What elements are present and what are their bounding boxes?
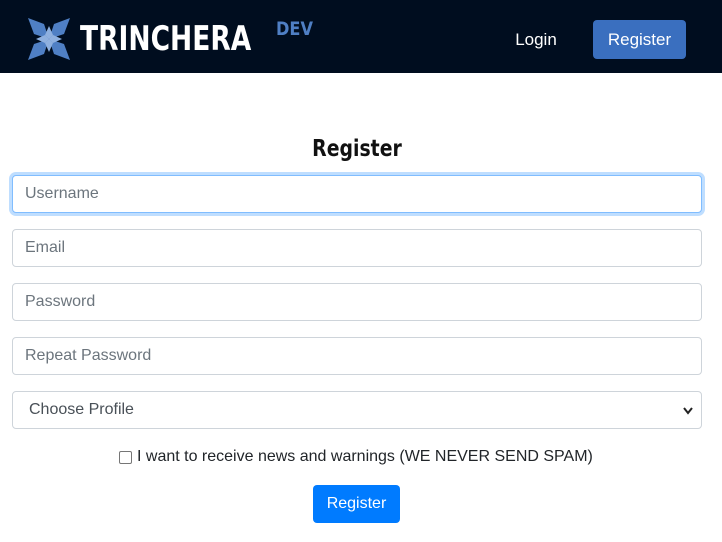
- profile-select[interactable]: Choose Profile: [12, 391, 702, 429]
- profile-select-value: Choose Profile: [29, 401, 134, 418]
- brand-logo-icon: [28, 18, 70, 60]
- navbar: TRINCHERA DEV Login Register: [0, 0, 722, 73]
- brand-name: TRINCHERA: [80, 19, 252, 59]
- nav-register-button[interactable]: Register: [593, 20, 686, 59]
- form-title: Register: [312, 136, 402, 162]
- password-input[interactable]: [12, 283, 702, 321]
- brand-suffix: DEV: [276, 18, 313, 40]
- brand[interactable]: TRINCHERA DEV: [28, 18, 313, 60]
- nav-login-link[interactable]: Login: [503, 20, 569, 59]
- newsletter-checkbox[interactable]: [119, 450, 132, 464]
- repeat-password-input[interactable]: [12, 337, 702, 375]
- username-input[interactable]: [12, 175, 702, 213]
- email-input[interactable]: [12, 229, 702, 267]
- newsletter-option: I want to receive news and warnings (WE …: [119, 447, 593, 467]
- submit-register-button[interactable]: Register: [313, 485, 400, 523]
- newsletter-label[interactable]: I want to receive news and warnings (WE …: [137, 448, 593, 466]
- chevron-down-icon: [683, 407, 693, 415]
